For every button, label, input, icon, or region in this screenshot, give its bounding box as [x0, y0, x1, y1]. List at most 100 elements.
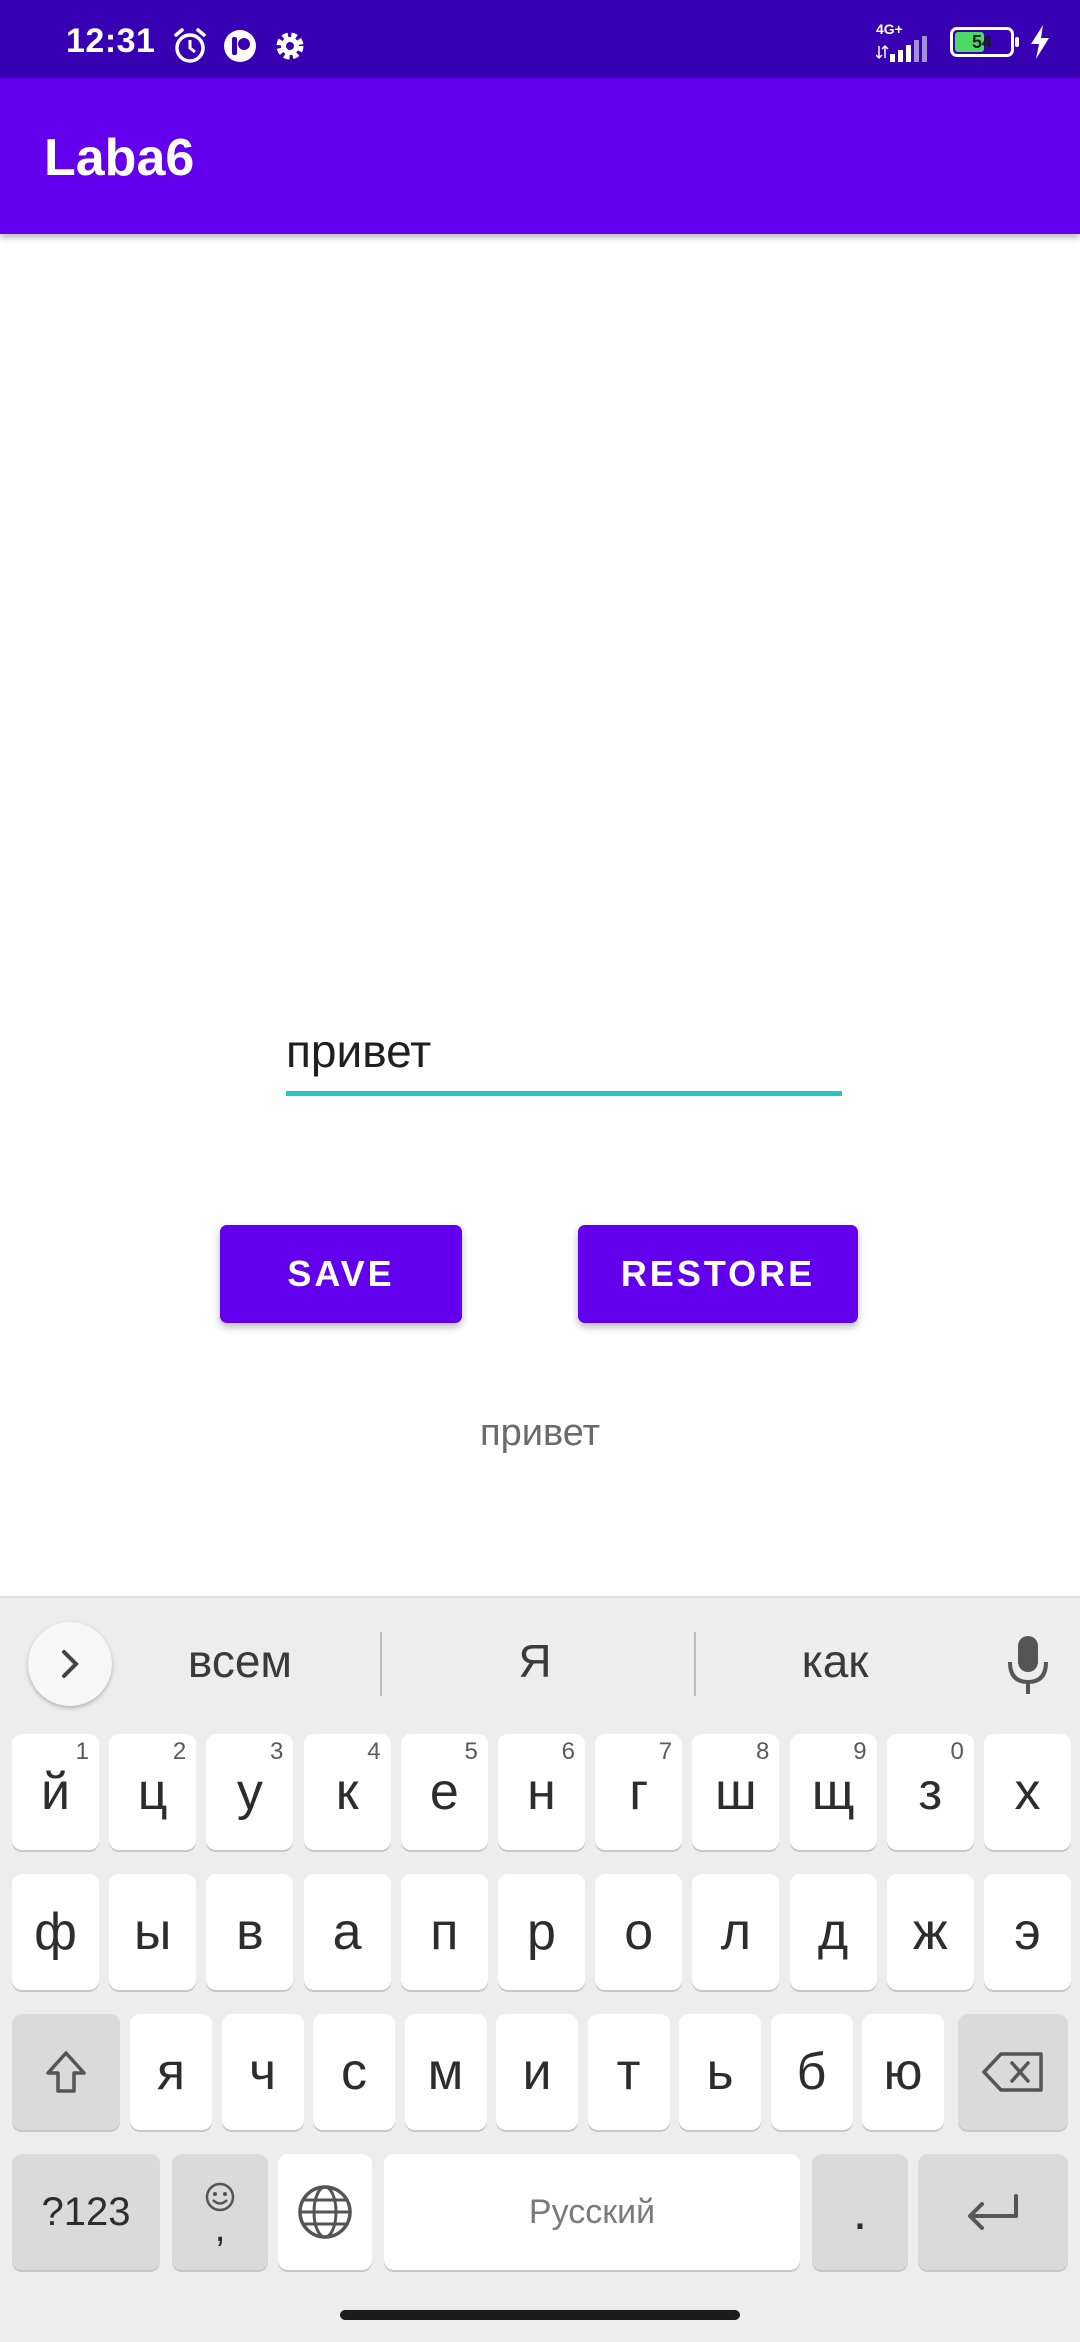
- key-label: с: [341, 2043, 367, 2101]
- letter-key[interactable]: т: [587, 2014, 670, 2130]
- letter-key[interactable]: с: [313, 2014, 395, 2130]
- app-title: Laba6: [44, 129, 195, 187]
- signal-bars-icon: [876, 36, 927, 62]
- key-label: ж: [912, 1903, 948, 1961]
- key-label: е: [429, 1763, 459, 1821]
- key-label: а: [332, 1903, 362, 1961]
- suggestion-3[interactable]: как: [770, 1634, 900, 1688]
- letter-key[interactable]: ю: [862, 2014, 944, 2130]
- letter-key[interactable]: р: [498, 1874, 585, 1990]
- key-number-hint: 9: [853, 1738, 867, 1765]
- letter-key[interactable]: н6: [498, 1734, 585, 1850]
- letter-key[interactable]: ш8: [692, 1734, 780, 1850]
- letter-key[interactable]: х: [984, 1734, 1071, 1850]
- symbols-key[interactable]: ?123: [12, 2154, 160, 2270]
- letter-key[interactable]: й1: [12, 1734, 99, 1850]
- shift-arrow-icon: [46, 2051, 86, 2093]
- microphone-icon[interactable]: [1006, 1634, 1050, 1698]
- key-label: я: [156, 2043, 186, 2101]
- letter-key[interactable]: ч: [221, 2014, 304, 2130]
- key-number-hint: 0: [950, 1738, 964, 1765]
- key-label: р: [527, 1903, 556, 1961]
- network-type: 4G+: [876, 21, 903, 37]
- letter-key[interactable]: г7: [595, 1734, 683, 1850]
- letter-key[interactable]: е5: [400, 1734, 488, 1850]
- key-label: б: [796, 2043, 827, 2101]
- soft-keyboard: всем Я как й1ц2у3к4е5н6г7ш8щ9з0х фывапро…: [0, 1596, 1080, 2342]
- status-right-group: 4G+ 54: [876, 22, 1052, 62]
- letter-key[interactable]: ф: [12, 1874, 99, 1990]
- key-label: ь: [706, 2043, 734, 2101]
- key-label: г: [629, 1763, 649, 1821]
- key-label: п: [430, 1903, 459, 1961]
- key-number-hint: 2: [172, 1738, 187, 1765]
- text-input[interactable]: [286, 1010, 842, 1096]
- letter-key[interactable]: э: [984, 1874, 1071, 1990]
- letter-key[interactable]: и: [496, 2014, 578, 2130]
- letter-key[interactable]: ц2: [109, 1734, 197, 1850]
- globe-icon: [298, 2185, 352, 2239]
- backspace-icon: [982, 2052, 1043, 2092]
- letter-key[interactable]: щ9: [789, 1734, 877, 1850]
- letter-key[interactable]: в: [206, 1874, 294, 1990]
- network-indicator: 4G+: [876, 22, 936, 62]
- letter-key[interactable]: п: [400, 1874, 488, 1990]
- status-time: 12:31: [66, 22, 156, 60]
- key-label: й: [40, 1763, 71, 1821]
- letter-key[interactable]: ы: [109, 1874, 197, 1990]
- key-number-hint: 1: [75, 1738, 89, 1765]
- emoji-comma-key[interactable]: ,: [172, 2154, 268, 2270]
- key-label: м: [427, 2043, 464, 2101]
- charging-bolt-icon: [1031, 25, 1049, 59]
- suggestion-2[interactable]: Я: [480, 1634, 590, 1688]
- key-number-hint: 5: [464, 1738, 478, 1765]
- letter-key[interactable]: з0: [886, 1734, 974, 1850]
- app-notification-icon: [224, 30, 256, 62]
- key-number-hint: 4: [367, 1738, 381, 1765]
- period-key[interactable]: .: [812, 2154, 908, 2270]
- home-indicator[interactable]: [340, 2310, 740, 2320]
- key-number-hint: 6: [561, 1738, 575, 1765]
- letter-key[interactable]: б: [770, 2014, 853, 2130]
- letter-key[interactable]: а: [303, 1874, 391, 1990]
- key-label: т: [616, 2043, 641, 2101]
- language-key[interactable]: [278, 2154, 372, 2270]
- letter-key[interactable]: о: [595, 1874, 683, 1990]
- key-label: л: [720, 1903, 752, 1961]
- alarm-icon: [174, 28, 206, 63]
- space-key-label: Русский: [528, 2192, 656, 2231]
- key-label: з: [918, 1763, 943, 1821]
- letter-key[interactable]: к4: [303, 1734, 391, 1850]
- battery-indicator: 54: [950, 27, 1019, 57]
- key-label: в: [236, 1903, 264, 1961]
- key-label: н: [527, 1763, 556, 1821]
- backspace-key[interactable]: [958, 2014, 1068, 2130]
- key-number-hint: 3: [270, 1738, 284, 1765]
- enter-key[interactable]: [918, 2154, 1068, 2270]
- restore-button[interactable]: RESTORE: [578, 1225, 858, 1323]
- key-number-hint: 8: [756, 1738, 770, 1765]
- settings-gear-icon: [276, 32, 304, 60]
- suggestion-1[interactable]: всем: [170, 1634, 310, 1688]
- battery-percent: 54: [971, 31, 993, 52]
- key-number-hint: 7: [658, 1738, 673, 1765]
- letter-key[interactable]: ь: [679, 2014, 761, 2130]
- letter-key[interactable]: у3: [206, 1734, 294, 1850]
- letter-key[interactable]: м: [404, 2014, 487, 2130]
- key-label: и: [522, 2043, 552, 2101]
- shift-key[interactable]: [12, 2014, 120, 2130]
- symbols-key-label: ?123: [41, 2189, 131, 2234]
- key-label: ы: [134, 1903, 172, 1961]
- keyboard-expand-button[interactable]: [28, 1622, 112, 1706]
- letter-key[interactable]: л: [692, 1874, 780, 1990]
- key-label: у: [236, 1763, 263, 1821]
- app-bar: Laba6: [0, 78, 1080, 234]
- key-label: ф: [34, 1903, 77, 1961]
- letter-key[interactable]: ж: [886, 1874, 974, 1990]
- comma-key-label: ,: [214, 2206, 226, 2250]
- key-label: х: [1014, 1763, 1041, 1821]
- save-button[interactable]: SAVE: [220, 1225, 462, 1323]
- letter-key[interactable]: я: [130, 2014, 212, 2130]
- letter-key[interactable]: д: [789, 1874, 877, 1990]
- space-key[interactable]: Русский: [384, 2154, 800, 2270]
